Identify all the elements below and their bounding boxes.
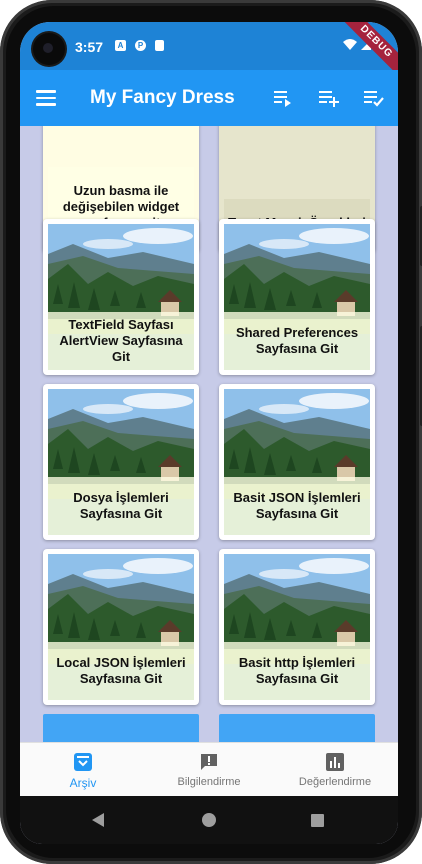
- nav-item-bilgilendirme[interactable]: Bilgilendirme: [146, 743, 272, 797]
- front-camera: [33, 33, 65, 65]
- grid-card-label: TextField Sayfası AlertView Sayfasına Gi…: [48, 312, 194, 370]
- app-title: My Fancy Dress: [90, 87, 235, 108]
- playlist-add-button[interactable]: [317, 86, 341, 110]
- phone-frame: 3:57 A P DEBUG My Fancy Dress Uzun basma…: [0, 0, 422, 864]
- screen: 3:57 A P DEBUG My Fancy Dress Uzun basma…: [20, 22, 398, 844]
- grid-card-label: Local JSON İşlemleri Sayfasına Git: [48, 642, 194, 700]
- card-image: [224, 126, 370, 145]
- grid-card[interactable]: Basit JSON İşlemleri Sayfasına Git: [219, 384, 375, 540]
- grid-card-empty[interactable]: [43, 714, 199, 742]
- playlist-check-icon: [364, 91, 384, 107]
- nav-label: Arşiv: [69, 776, 97, 790]
- chart-icon: [326, 753, 344, 771]
- status-time: 3:57: [75, 39, 104, 55]
- nav-label: Değerlendirme: [298, 776, 372, 788]
- sd-card-icon: [155, 40, 164, 51]
- system-navigation-bar: [20, 796, 398, 844]
- grid-card[interactable]: Basit http İşlemleri Sayfasına Git: [219, 549, 375, 705]
- recents-icon[interactable]: [311, 814, 324, 827]
- grid-card[interactable]: Shared Preferences Sayfasına Git: [219, 219, 375, 375]
- playlist-check-button[interactable]: [362, 86, 386, 110]
- grid-card-empty[interactable]: [219, 714, 375, 742]
- menu-button[interactable]: [36, 86, 58, 108]
- grid-card[interactable]: Dosya İşlemleri Sayfasına Git: [43, 384, 199, 540]
- nav-item-arsiv[interactable]: Arşiv: [20, 743, 146, 797]
- grid-card-label: Basit JSON İşlemleri Sayfasına Git: [224, 477, 370, 535]
- menu-icon-line: [36, 90, 56, 93]
- nav-item-degerlendirme[interactable]: Değerlendirme: [272, 743, 398, 797]
- grid-card[interactable]: TextField Sayfası AlertView Sayfasına Gi…: [43, 219, 199, 375]
- page-grid: Uzun basma ile değişebilen widget sayfas…: [20, 126, 398, 742]
- grid-card-label: Basit http İşlemleri Sayfasına Git: [224, 642, 370, 700]
- menu-icon-line: [36, 103, 56, 106]
- home-icon[interactable]: [202, 813, 216, 827]
- archive-icon: [74, 753, 92, 771]
- app-bar: My Fancy Dress: [20, 70, 398, 126]
- playlist-add-icon: [319, 91, 339, 107]
- grid-card-label: Shared Preferences Sayfasına Git: [224, 312, 370, 370]
- notification-p-icon: P: [135, 40, 146, 51]
- playlist-play-icon: [274, 91, 291, 107]
- nav-label: Bilgilendirme: [177, 776, 241, 788]
- bottom-navigation: Arşiv Bilgilendirme Değerlendirme: [20, 742, 398, 797]
- grid-card[interactable]: Local JSON İşlemleri Sayfasına Git: [43, 549, 199, 705]
- grid-card-label: Dosya İşlemleri Sayfasına Git: [48, 477, 194, 535]
- menu-icon-line: [36, 96, 56, 99]
- status-bar: 3:57 A P DEBUG: [20, 22, 398, 84]
- playlist-play-button[interactable]: [272, 86, 296, 110]
- back-icon[interactable]: [92, 813, 104, 827]
- feedback-icon: [201, 754, 217, 770]
- notification-a-icon: A: [115, 40, 126, 51]
